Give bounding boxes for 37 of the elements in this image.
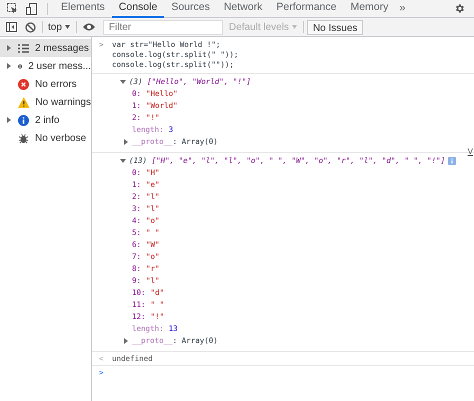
expand-icon[interactable] — [6, 45, 12, 51]
info-icon — [18, 114, 29, 126]
clear-icon[interactable] — [25, 22, 36, 32]
inspect-icon[interactable] — [7, 3, 18, 14]
source-link[interactable]: V — [468, 147, 473, 157]
sidebar-item[interactable]: No warnings — [0, 93, 91, 111]
context-dropdown[interactable]: top — [48, 20, 70, 34]
disclosure-icon[interactable] — [120, 79, 126, 85]
more-tabs-button[interactable]: » — [395, 0, 410, 17]
expand-icon[interactable] — [6, 117, 12, 123]
issues-button[interactable]: No Issues — [306, 20, 364, 34]
caret-icon — [64, 25, 70, 29]
filter-field[interactable]: Filter — [102, 20, 223, 34]
panel-tab[interactable]: Elements — [54, 0, 112, 18]
sidebar-item[interactable]: 2 info — [0, 111, 91, 129]
expand-icon[interactable] — [6, 63, 12, 69]
settings-icon[interactable] — [454, 3, 465, 14]
error-icon — [18, 78, 29, 90]
sidebar-item[interactable]: 2 messages — [0, 39, 91, 57]
eye-icon[interactable] — [82, 23, 95, 31]
list-icon — [18, 44, 29, 52]
expand-icon[interactable] — [123, 139, 129, 145]
sidebar-toggle-icon[interactable] — [6, 22, 17, 32]
expand-icon[interactable] — [123, 338, 129, 344]
sidebar-item[interactable]: No errors — [0, 75, 91, 93]
device-icon[interactable] — [26, 2, 37, 14]
info-badge-icon — [448, 157, 456, 165]
bug-icon — [18, 132, 29, 144]
panel-tab[interactable]: Network — [216, 0, 270, 18]
disclosure-icon[interactable] — [120, 158, 126, 164]
sidebar-item[interactable]: No verbose — [0, 129, 91, 147]
panel-tab[interactable]: Memory — [343, 0, 396, 18]
caret-icon — [292, 25, 297, 29]
panel-tab[interactable]: Performance — [269, 0, 344, 18]
panel-tab[interactable]: Sources — [164, 0, 217, 18]
warning-icon — [18, 96, 30, 108]
sidebar-item[interactable]: 2 user mess... — [0, 57, 91, 75]
